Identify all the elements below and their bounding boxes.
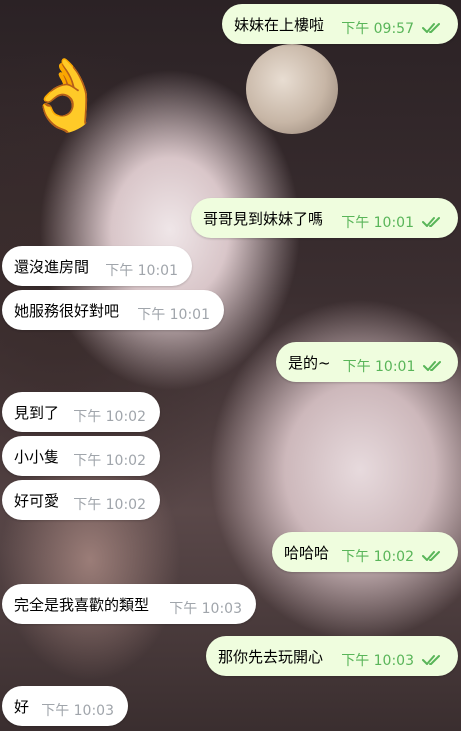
message-time: 下午 10:01 <box>341 215 414 231</box>
incoming-message-bubble[interactable]: 完全是我喜歡的類型 下午 10:03 <box>2 584 256 624</box>
message-text: 還沒進房間 <box>14 257 90 276</box>
message-text: 她服務很好對吧 <box>14 301 120 320</box>
message-meta: 下午 10:01 <box>93 252 178 280</box>
message-text: 那你先去玩開心 <box>218 647 324 666</box>
message-time: 下午 10:02 <box>73 453 146 469</box>
message-meta: 下午 10:03 <box>157 590 242 618</box>
chat-view[interactable]: 👌 妹妹在上樓啦 下午 09:57 哥哥見到妹妹了嗎 下午 10:01 還沒進房… <box>0 0 461 731</box>
outgoing-message-bubble[interactable]: 是的~ 下午 10:01 <box>276 342 458 382</box>
outgoing-message-bubble[interactable]: 妹妹在上樓啦 下午 09:57 <box>222 4 458 44</box>
message-time: 下午 10:02 <box>73 497 146 513</box>
background-photo-hair-clip <box>246 44 338 134</box>
incoming-message-bubble[interactable]: 還沒進房間 下午 10:01 <box>2 246 192 286</box>
message-meta: 下午 10:01 <box>329 204 444 232</box>
message-text: 完全是我喜歡的類型 <box>14 595 150 614</box>
message-text: 妹妹在上樓啦 <box>234 15 325 34</box>
incoming-message-bubble[interactable]: 好可愛 下午 10:02 <box>2 480 160 520</box>
incoming-message-bubble[interactable]: 好 下午 10:03 <box>2 686 128 726</box>
message-time: 下午 10:03 <box>41 703 114 719</box>
double-check-icon <box>423 361 442 371</box>
outgoing-message-bubble[interactable]: 哥哥見到妹妹了嗎 下午 10:01 <box>191 198 458 238</box>
message-meta: 下午 10:02 <box>61 486 146 514</box>
double-check-icon <box>422 23 440 33</box>
incoming-message-bubble[interactable]: 她服務很好對吧 下午 10:01 <box>2 290 224 330</box>
message-text: 哈哈哈 <box>284 543 330 562</box>
message-meta: 下午 09:57 <box>329 10 444 38</box>
message-time: 下午 10:02 <box>73 409 146 425</box>
message-text: 小小隻 <box>14 447 60 466</box>
message-time: 下午 10:01 <box>137 307 210 323</box>
message-text: 好可愛 <box>14 491 60 510</box>
message-meta: 下午 10:03 <box>329 642 444 670</box>
double-check-icon <box>422 655 440 665</box>
message-text: 哥哥見到妹妹了嗎 <box>203 209 324 228</box>
message-time: 下午 10:01 <box>105 263 178 279</box>
outgoing-message-bubble[interactable]: 哈哈哈 下午 10:02 <box>272 532 458 572</box>
message-time: 下午 10:02 <box>341 549 414 565</box>
message-meta: 下午 10:02 <box>61 442 146 470</box>
message-time: 下午 10:03 <box>169 601 242 617</box>
incoming-message-bubble[interactable]: 小小隻 下午 10:02 <box>2 436 160 476</box>
message-time: 下午 10:01 <box>342 359 416 375</box>
message-time: 下午 09:57 <box>341 21 414 37</box>
incoming-message-bubble[interactable]: 見到了 下午 10:02 <box>2 392 160 432</box>
message-text: 好 <box>14 697 30 716</box>
message-time: 下午 10:03 <box>341 653 414 669</box>
ok-hand-icon: 👌 <box>22 54 110 136</box>
double-check-icon <box>422 551 440 561</box>
double-check-icon <box>422 217 440 227</box>
message-text: 見到了 <box>14 403 60 422</box>
message-meta: 下午 10:01 <box>331 348 446 376</box>
outgoing-message-bubble[interactable]: 那你先去玩開心 下午 10:03 <box>206 636 458 676</box>
message-meta: 下午 10:03 <box>29 692 114 720</box>
message-text: 是的~ <box>288 353 331 372</box>
message-meta: 下午 10:02 <box>329 538 444 566</box>
message-meta: 下午 10:01 <box>125 296 210 324</box>
message-meta: 下午 10:02 <box>61 398 146 426</box>
